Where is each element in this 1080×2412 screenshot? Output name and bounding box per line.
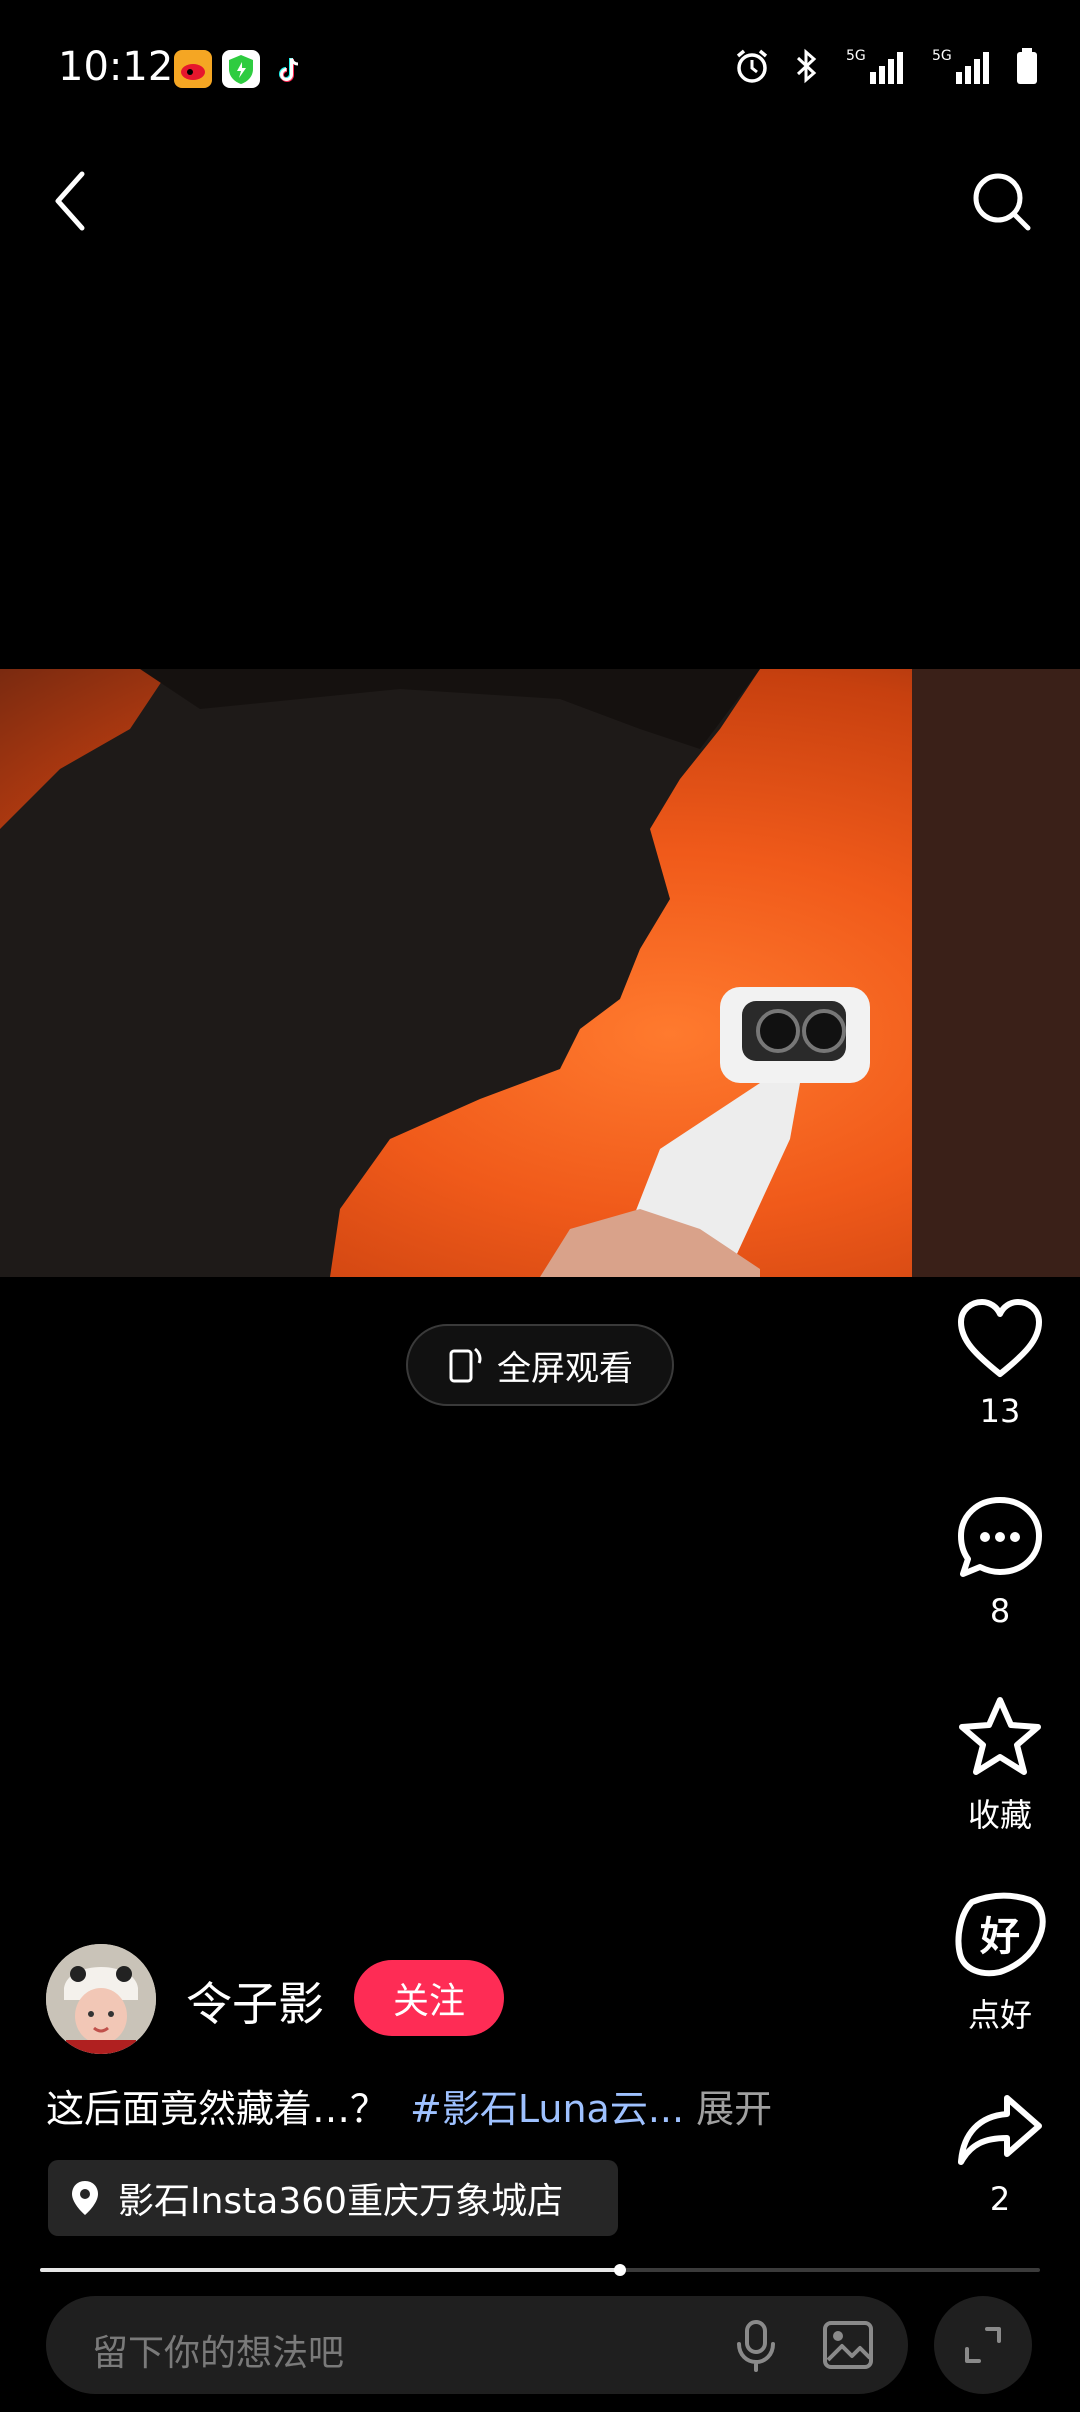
like-count: 13	[979, 1392, 1021, 1430]
video-progress-thumb[interactable]	[614, 2264, 626, 2276]
video-progress-bar[interactable]	[40, 2264, 1040, 2276]
like-action[interactable]: 13	[940, 1296, 1060, 1430]
comment-count: 8	[989, 1592, 1011, 1630]
expand-arrows-icon	[965, 2327, 1001, 2363]
search-button[interactable]	[968, 168, 1034, 234]
location-label: 影石Insta360重庆万象城店	[118, 2181, 564, 2222]
caption-hashtag[interactable]: #影石Luna云...	[410, 2087, 684, 2131]
video-progress-fill	[40, 2268, 620, 2272]
svg-text:5G: 5G	[932, 48, 952, 64]
signal-5g-icon-1: 5G	[846, 48, 903, 84]
signal-5g-icon-2: 5G	[932, 48, 989, 84]
video-frame-image	[0, 669, 1080, 1277]
weibo-icon	[174, 50, 212, 88]
alarm-icon	[736, 49, 768, 83]
comment-placeholder: 留下你的想法吧	[92, 2333, 345, 2374]
fullscreen-button[interactable]: 全屏观看	[406, 1324, 674, 1406]
follow-button[interactable]: 关注	[354, 1960, 504, 2036]
author-name[interactable]: 令子影	[186, 1968, 324, 2034]
search-icon	[973, 173, 1031, 231]
security-shield-icon	[222, 50, 260, 88]
comment-action[interactable]: 8	[940, 1494, 1060, 1630]
avatar-image	[46, 1944, 156, 2054]
expand-comment-button[interactable]	[934, 2296, 1032, 2394]
comment-bubble-icon	[958, 1497, 1042, 1577]
good-action[interactable]: 好 点好	[940, 1892, 1060, 2036]
location-pin-icon	[72, 2181, 98, 2215]
star-icon	[959, 1697, 1041, 1775]
location-chip[interactable]: 影石Insta360重庆万象城店	[48, 2160, 618, 2236]
status-time: 10:12	[58, 44, 174, 90]
svg-text:5G: 5G	[846, 48, 866, 64]
video-player[interactable]	[0, 669, 1080, 1277]
favorite-action[interactable]: 收藏	[940, 1694, 1060, 1836]
caption-text: 这后面竟然藏着…？	[46, 2087, 389, 2131]
fullscreen-label: 全屏观看	[497, 1348, 633, 1389]
share-count: 2	[989, 2180, 1011, 2218]
favorite-label: 收藏	[967, 1796, 1032, 1834]
back-button[interactable]	[46, 166, 96, 236]
caption: 这后面竟然藏着…？ #影石Luna云... 展开	[46, 2078, 772, 2133]
heart-icon	[958, 1299, 1042, 1377]
good-label: 点好	[967, 1996, 1032, 2034]
system-status-icons: 5G 5G	[732, 46, 1040, 86]
share-action[interactable]: 2	[940, 2090, 1060, 2218]
share-arrow-icon	[958, 2095, 1042, 2165]
tiktok-icon	[270, 50, 308, 88]
good-badge-icon: 好	[955, 1892, 1046, 1977]
comment-input[interactable]: 留下你的想法吧	[46, 2296, 908, 2394]
status-bar: 10:12 5G 5G	[0, 0, 1080, 140]
author-avatar[interactable]	[46, 1944, 156, 2054]
expand-caption-link[interactable]: 展开	[696, 2087, 772, 2131]
chevron-left-icon	[55, 171, 85, 231]
image-picker-icon[interactable]	[822, 2320, 874, 2370]
microphone-icon[interactable]	[734, 2318, 778, 2372]
battery-icon	[1017, 48, 1037, 84]
rotate-phone-icon	[449, 1347, 482, 1383]
svg-text:好: 好	[979, 1914, 1020, 1960]
bluetooth-icon	[796, 48, 817, 84]
